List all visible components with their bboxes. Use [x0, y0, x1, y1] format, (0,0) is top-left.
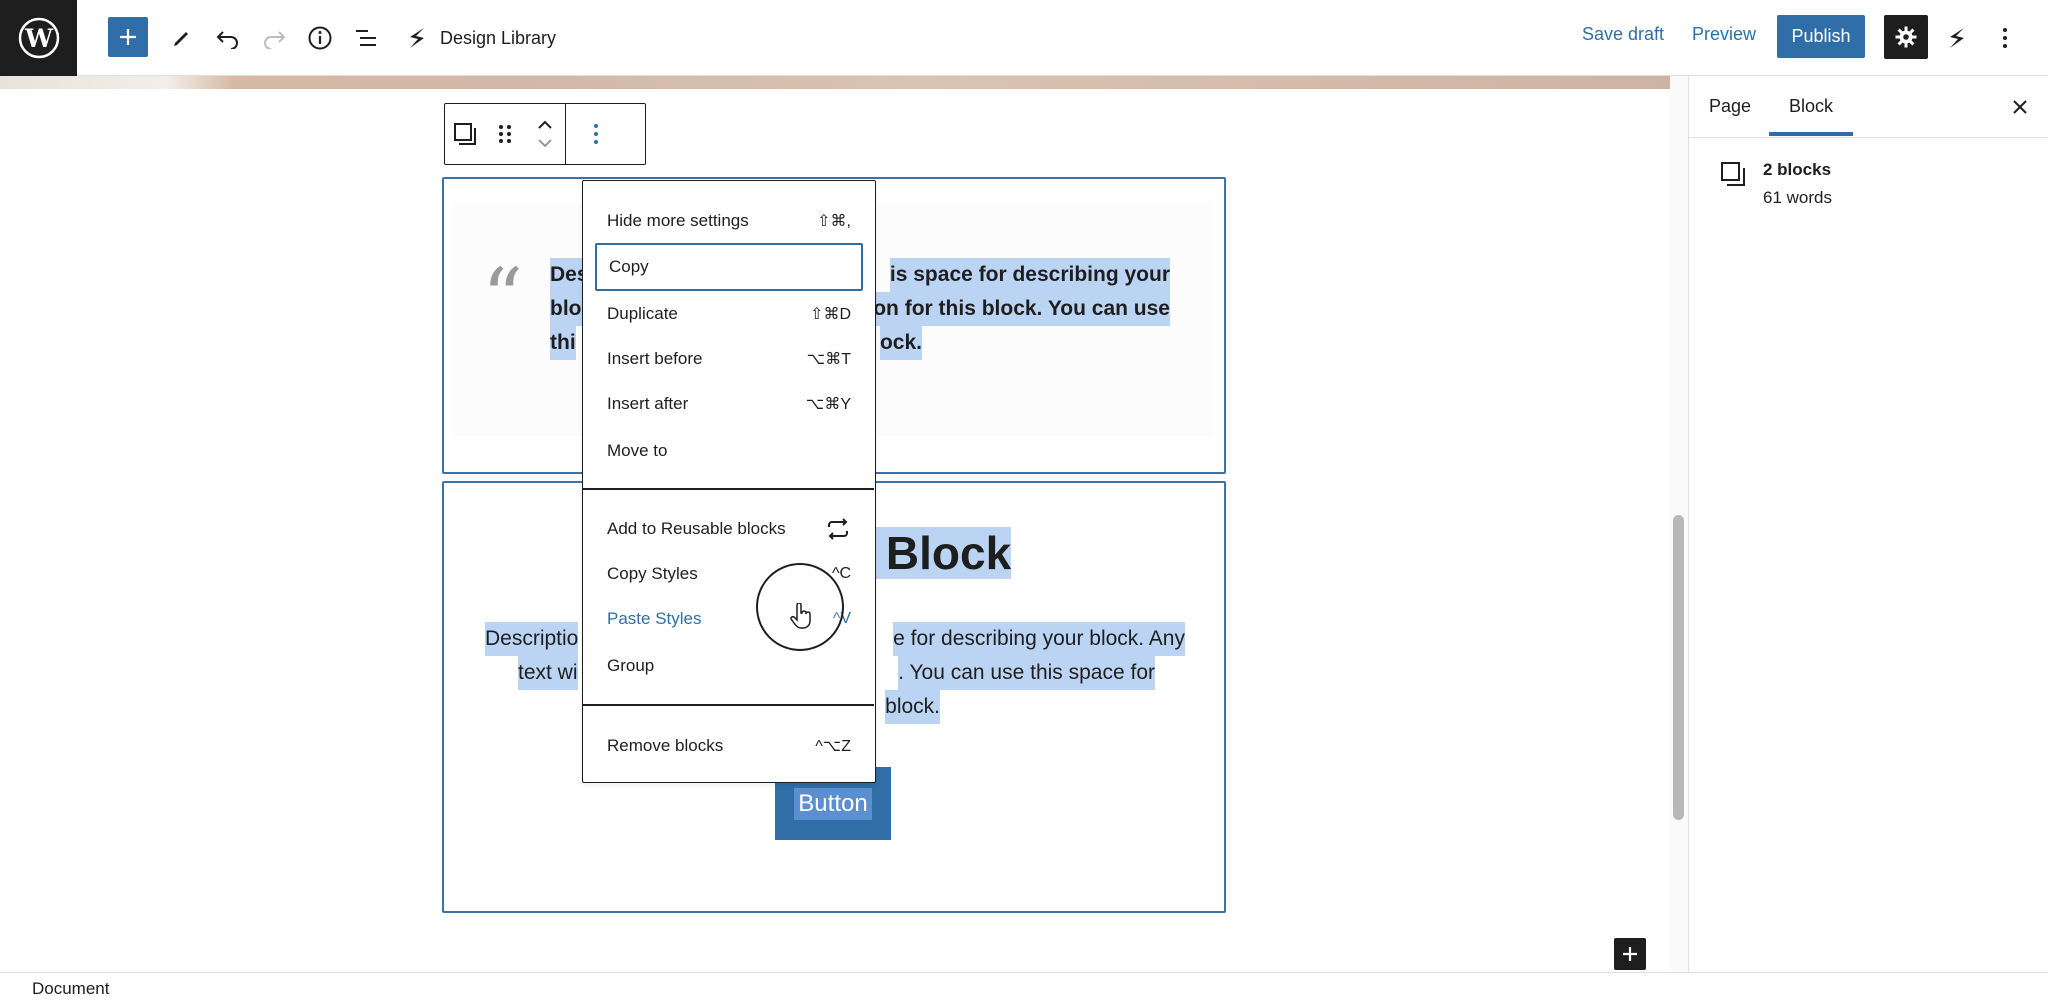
menu-item-label: Insert before	[607, 349, 703, 368]
desc-line: block.	[885, 690, 940, 724]
quote-line: ock.	[879, 326, 922, 360]
edit-tools-icon[interactable]	[162, 18, 202, 58]
redo-icon[interactable]	[254, 18, 294, 58]
menu-item-insert-after[interactable]: Insert after ⌥⌘Y	[595, 381, 863, 427]
sidebar-tabs: Page Block	[1689, 76, 2048, 138]
quote-mark-icon: “	[482, 251, 523, 344]
menu-item-group[interactable]: Group	[595, 643, 863, 689]
block-toolbar	[444, 103, 646, 165]
menu-item-label: Remove blocks	[607, 736, 724, 755]
quote-line: blo	[550, 292, 582, 326]
multi-block-icon	[1721, 162, 1745, 186]
words-count: 61 words	[1763, 188, 1832, 207]
multi-block-type-icon[interactable]	[445, 105, 485, 164]
breadcrumb-document[interactable]: Document	[32, 979, 109, 999]
hand-pointer-icon	[790, 602, 812, 636]
menu-item-insert-before[interactable]: Insert before ⌥⌘T	[595, 336, 863, 382]
quote-line: thi	[550, 326, 576, 360]
list-view-icon[interactable]	[346, 18, 386, 58]
details-info-icon[interactable]	[300, 18, 340, 58]
stackable-settings-icon[interactable]	[1942, 18, 1972, 58]
menu-item-label: Group	[607, 656, 655, 675]
block-options-kebab-icon[interactable]	[566, 104, 626, 164]
stackable-logo-icon	[410, 28, 424, 48]
feature-button-label: Button	[794, 787, 872, 820]
tab-page[interactable]: Page	[1709, 96, 1751, 117]
add-block-button[interactable]	[108, 17, 148, 57]
multi-block-info: 2 blocks 61 words	[1719, 160, 1832, 208]
editor-footer: Document	[0, 972, 2048, 1004]
menu-item-label: Hide more settings	[607, 211, 749, 230]
reusable-block-icon	[828, 518, 848, 540]
options-kebab-icon[interactable]	[1990, 18, 2020, 58]
drag-handle-icon[interactable]	[485, 105, 525, 164]
menu-item-label: Add to Reusable blocks	[607, 519, 786, 538]
desc-line: . You can use this space for	[898, 656, 1155, 690]
menu-item-shortcut: ⌥⌘Y	[805, 396, 851, 413]
menu-item-shortcut: ⇧⌘,	[817, 213, 851, 230]
menu-item-copy[interactable]: Copy	[595, 243, 863, 291]
inline-add-block-button[interactable]	[1614, 938, 1646, 970]
menu-item-hide-more-settings[interactable]: Hide more settings ⇧⌘,	[595, 198, 863, 244]
menu-item-shortcut: ⌥⌘T	[806, 351, 851, 368]
desc-line: Descriptio	[485, 622, 579, 656]
svg-text:W: W	[23, 24, 53, 53]
menu-separator	[583, 488, 874, 490]
menu-item-move-to[interactable]: Move to	[595, 428, 863, 474]
design-library-button[interactable]: Design Library	[404, 18, 556, 58]
active-tab-indicator	[1769, 132, 1853, 136]
menu-item-shortcut: ⇧⌘D	[810, 306, 851, 323]
close-icon[interactable]	[2005, 92, 2035, 122]
quote-line: is space for describing your	[889, 258, 1170, 292]
canvas-scrollbar-thumb[interactable]	[1673, 515, 1684, 820]
block-options-menu: Hide more settings ⇧⌘, Copy Duplicate ⇧⌘…	[582, 180, 876, 783]
quote-line: on for this block. You can use	[873, 292, 1170, 326]
blocks-count: 2 blocks	[1763, 160, 1832, 179]
preview-button[interactable]: Preview	[1692, 24, 1756, 45]
settings-gear-icon[interactable]	[1884, 15, 1928, 59]
menu-separator	[583, 704, 874, 706]
menu-item-label: Insert after	[607, 394, 689, 413]
settings-sidebar: Page Block 2 blocks 61 words	[1688, 76, 2048, 972]
wordpress-logo-icon[interactable]: W	[0, 0, 77, 76]
desc-line: text wi	[518, 656, 578, 690]
menu-item-label: Duplicate	[607, 304, 678, 323]
undo-icon[interactable]	[208, 18, 248, 58]
menu-item-label: Paste Styles	[607, 609, 702, 628]
publish-button[interactable]: Publish	[1777, 15, 1865, 58]
menu-item-label: Copy	[609, 257, 649, 276]
menu-item-add-to-reusable-blocks[interactable]: Add to Reusable blocks	[595, 506, 863, 552]
save-draft-button[interactable]: Save draft	[1582, 24, 1664, 45]
menu-item-remove-blocks[interactable]: Remove blocks ^⌥Z	[595, 723, 863, 769]
menu-item-duplicate[interactable]: Duplicate ⇧⌘D	[595, 291, 863, 337]
editor-header: W Design Library Save draft Preview Publ…	[0, 0, 2048, 76]
tab-block[interactable]: Block	[1789, 96, 1833, 117]
menu-item-label: Copy Styles	[607, 564, 698, 583]
cover-image-strip	[0, 76, 1670, 89]
menu-item-shortcut: ^⌥Z	[815, 738, 851, 755]
desc-line: e for describing your block. Any	[893, 622, 1185, 656]
menu-item-label: Move to	[607, 441, 668, 460]
design-library-label: Design Library	[440, 27, 557, 48]
move-up-down-icon[interactable]	[525, 105, 565, 164]
